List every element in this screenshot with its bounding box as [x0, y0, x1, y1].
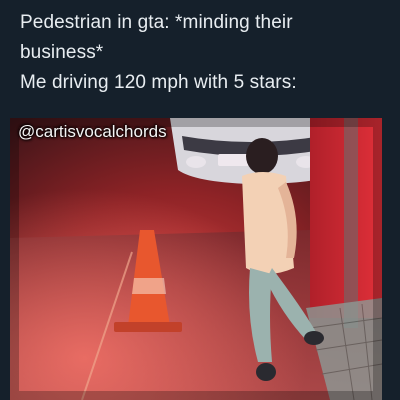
cctv-scene-image [10, 118, 382, 400]
caption-line-1: Pedestrian in gta: *minding their [20, 12, 293, 33]
caption-line-2: business* [20, 42, 104, 63]
caption-line-3: Me driving 120 mph with 5 stars: [20, 72, 297, 93]
tweet-screenshot: Pedestrian in gta: *minding their busine… [0, 0, 400, 400]
watermark-handle: @cartisvocalchords [18, 122, 167, 141]
tweet-text: Pedestrian in gta: *minding their busine… [20, 8, 390, 98]
cctv-video-frame[interactable]: @cartisvocalchords [10, 118, 382, 400]
